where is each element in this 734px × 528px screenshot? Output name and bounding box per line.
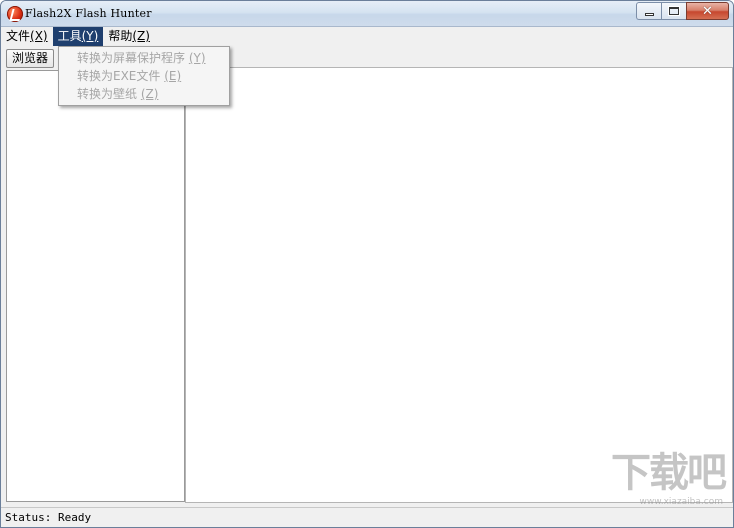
app-window: Flash2X Flash Hunter ✕ 文件(X) 工具(Y) 帮助(Z)… (0, 0, 734, 528)
close-button[interactable]: ✕ (686, 2, 729, 20)
status-text: Status: Ready (5, 511, 92, 524)
window-title: Flash2X Flash Hunter (25, 7, 152, 20)
maximize-icon (669, 7, 679, 15)
convert-screensaver-label: 转换为屏幕保护程序 (77, 51, 186, 65)
title-bar[interactable]: Flash2X Flash Hunter ✕ (1, 1, 733, 27)
minimize-button[interactable] (636, 2, 661, 20)
content-pane[interactable] (185, 67, 733, 503)
menu-tools-label: 工具 (57, 29, 82, 43)
menu-file-accel: (X) (30, 29, 48, 43)
close-icon: ✕ (702, 4, 713, 19)
menu-item-convert-wallpaper[interactable]: 转换为壁纸 (Z) (59, 85, 229, 103)
menu-tools[interactable]: 工具(Y) (52, 27, 104, 46)
menu-help[interactable]: 帮助(Z) (103, 27, 155, 46)
menu-file[interactable]: 文件(X) (1, 27, 53, 46)
convert-exe-accel: (E) (164, 69, 182, 83)
menu-bar: 文件(X) 工具(Y) 帮助(Z) (1, 27, 733, 46)
tools-dropdown-menu: 转换为屏幕保护程序 (Y) 转换为EXE文件 (E) 转换为壁纸 (Z) (58, 46, 230, 106)
menu-help-label: 帮助 (108, 29, 133, 43)
maximize-button[interactable] (661, 2, 686, 20)
browser-tree-pane[interactable] (6, 70, 185, 502)
convert-exe-label: 转换为EXE文件 (77, 69, 161, 83)
menu-help-accel: (Z) (132, 29, 150, 43)
menu-file-label: 文件 (6, 29, 31, 43)
menu-item-convert-exe[interactable]: 转换为EXE文件 (E) (59, 67, 229, 85)
caption-buttons: ✕ (636, 2, 729, 20)
status-bar: Status: Ready (1, 507, 733, 527)
menu-item-convert-screensaver[interactable]: 转换为屏幕保护程序 (Y) (59, 49, 229, 67)
convert-wallpaper-label: 转换为壁纸 (77, 87, 138, 101)
minimize-icon (645, 13, 654, 16)
browser-tab-button[interactable]: 浏览器 (6, 49, 55, 68)
menu-tools-accel: (Y) (81, 29, 99, 43)
convert-screensaver-accel: (Y) (188, 51, 206, 65)
flash-app-icon[interactable] (7, 6, 23, 22)
watermark-url: www.xiazaiba.com (639, 497, 723, 507)
convert-wallpaper-accel: (Z) (140, 87, 159, 101)
